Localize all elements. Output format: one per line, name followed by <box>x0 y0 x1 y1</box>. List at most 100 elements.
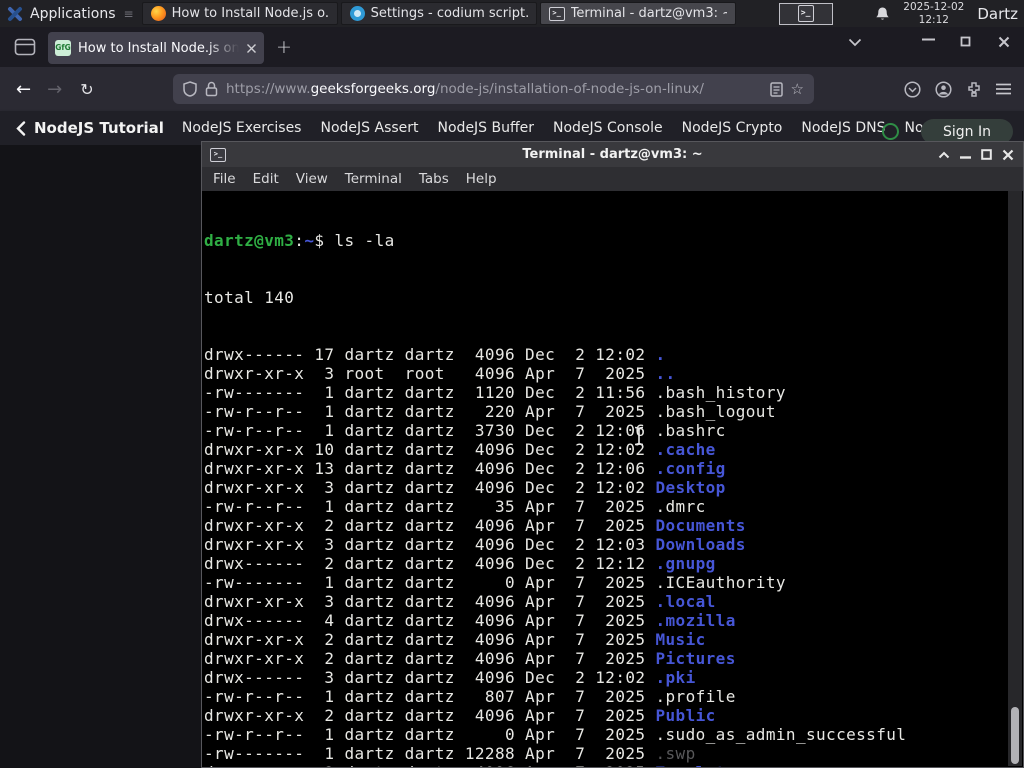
terminal-content[interactable]: dartz@vm3:~$ ls -la total 140 drwx------… <box>202 191 1023 767</box>
taskbar-button-firefox[interactable]: How to Install Node.js o... <box>141 2 338 25</box>
menu-terminal[interactable]: Terminal <box>345 171 402 187</box>
file-name: Downloads <box>655 535 746 554</box>
file-name: .gnupg <box>655 554 716 573</box>
file-name: .ICEauthority <box>655 573 786 592</box>
file-name: .local <box>655 592 716 611</box>
prompt-command: $ ls -la <box>314 231 395 250</box>
terminal-output: dartz@vm3:~$ ls -la total 140 drwx------… <box>202 191 1023 767</box>
terminal-file-line: -rw-r--r-- 1 dartz dartz 807 Apr 7 2025 … <box>204 687 736 706</box>
menu-file[interactable]: File <box>213 171 236 187</box>
prompt-user-host: dartz@vm3 <box>204 231 295 250</box>
firefox-icon <box>150 6 166 21</box>
terminal-shade-button[interactable] <box>938 151 950 159</box>
file-name: .cache <box>655 440 716 459</box>
menu-view[interactable]: View <box>296 171 328 187</box>
file-name: Documents <box>655 516 746 535</box>
file-name: Pictures <box>655 649 736 668</box>
terminal-file-line: drwxr-xr-x 2 dartz dartz 4096 Apr 7 2025… <box>204 649 736 668</box>
pocket-icon[interactable] <box>904 80 921 98</box>
browser-tab[interactable]: GfG How to Install Node.js on <box>48 32 264 64</box>
user-menu[interactable]: Dartz <box>977 5 1018 23</box>
url-text[interactable]: https://www.geeksforgeeks.org/node-js/in… <box>226 81 762 97</box>
firefox-toolbar: ← → ↻ https://www.geeksforgeeks.org/node… <box>0 67 1024 111</box>
terminal-file-line: drwxr-xr-x 2 dartz dartz 4096 Apr 7 2025… <box>204 516 746 535</box>
terminal-scrollbar[interactable] <box>1008 191 1022 766</box>
url-host: geeksforgeeks.org <box>310 81 436 97</box>
terminal-file-line: drwxr-xr-x 2 dartz dartz 4096 Apr 7 2025… <box>204 630 706 649</box>
terminal-file-line: drwxr-xr-x 2 dartz dartz 4096 Apr 7 2025… <box>204 763 1023 767</box>
applications-menu-button[interactable]: Applications <box>0 0 122 27</box>
list-all-tabs-icon[interactable] <box>848 38 862 47</box>
menu-help[interactable]: Help <box>466 171 497 187</box>
notification-bell-icon[interactable] <box>875 6 890 22</box>
forward-button[interactable]: → <box>47 79 62 100</box>
tab-title: How to Install Node.js on <box>78 40 239 56</box>
url-bar[interactable]: https://www.geeksforgeeks.org/node-js/in… <box>173 74 814 104</box>
lock-icon[interactable] <box>205 81 218 97</box>
terminal-prompt-line: dartz@vm3:~$ ls -la <box>204 231 395 250</box>
terminal-close-button[interactable] <box>1002 149 1014 161</box>
panel-clock[interactable]: 2025-12-02 12:12 <box>903 1 964 26</box>
terminal-scrollbar-thumb[interactable] <box>1011 707 1019 764</box>
browser-minimize-button[interactable] <box>922 38 935 41</box>
new-tab-button[interactable]: + <box>276 36 292 58</box>
file-name: .profile <box>655 687 736 706</box>
vscodium-icon <box>349 6 365 21</box>
applications-icon <box>6 5 24 23</box>
nav-item[interactable]: NodeJS Exercises <box>182 120 302 136</box>
firefox-tab-bar: GfG How to Install Node.js on + <box>0 27 1024 67</box>
terminal-file-line: -rw------- 1 dartz dartz 12288 Apr 7 202… <box>204 744 696 763</box>
terminal-file-line: drwx------ 4 dartz dartz 4096 Apr 7 2025… <box>204 611 736 630</box>
clock-time: 12:12 <box>918 13 949 26</box>
terminal-title-bar[interactable]: Terminal - dartz@vm3: ~ >_ <box>202 142 1023 167</box>
file-name: .swp <box>655 744 696 763</box>
tab-close-icon[interactable] <box>246 43 257 54</box>
nav-item[interactable]: NodeJS DNS <box>801 120 885 136</box>
back-button[interactable]: ← <box>16 79 31 100</box>
terminal-minimize-button[interactable] <box>960 150 971 159</box>
shield-icon[interactable] <box>183 81 197 97</box>
xfce-panel: Applications ≡ How to Install Node.js o.… <box>0 0 1024 27</box>
extensions-icon[interactable] <box>966 81 982 97</box>
clock-date: 2025-12-02 <box>903 1 965 14</box>
nav-item-nodejs-tutorial[interactable]: NodeJS Tutorial <box>34 119 164 137</box>
browser-close-button[interactable] <box>998 36 1010 48</box>
gfg-search-icon[interactable] <box>882 123 899 140</box>
workspace-switcher[interactable]: >_ <box>778 2 833 25</box>
url-scheme: https://www. <box>226 81 311 97</box>
file-name: .dmrc <box>655 497 706 516</box>
file-name: Music <box>655 630 706 649</box>
nav-item[interactable]: NodeJS Crypto <box>682 120 783 136</box>
browser-maximize-button[interactable] <box>960 36 971 47</box>
terminal-total-line: total 140 <box>204 288 295 307</box>
file-name: .config <box>655 459 726 478</box>
terminal-file-line: drwxr-xr-x 3 dartz dartz 4096 Dec 2 12:0… <box>204 535 746 554</box>
terminal-maximize-button[interactable] <box>981 149 992 160</box>
bookmark-star-icon[interactable]: ☆ <box>791 80 804 98</box>
terminal-file-line: drwxr-xr-x 2 dartz dartz 4096 Apr 7 2025… <box>204 706 716 725</box>
file-name: . <box>655 345 666 364</box>
nav-scroll-left-icon[interactable] <box>16 120 26 136</box>
account-icon[interactable] <box>935 80 952 98</box>
terminal-file-line: -rw------- 1 dartz dartz 1120 Dec 2 11:5… <box>204 383 786 402</box>
terminal-title: Terminal - dartz@vm3: ~ <box>522 147 703 162</box>
nav-item[interactable]: NodeJS Assert <box>320 120 418 136</box>
file-name: .mozilla <box>655 611 736 630</box>
menu-icon[interactable] <box>996 83 1011 95</box>
file-name: Public <box>655 706 716 725</box>
nav-item[interactable]: NodeJS Buffer <box>438 120 535 136</box>
file-name: Desktop <box>655 478 726 497</box>
taskbar-button-vscodium[interactable]: Settings - codium script... <box>340 2 537 25</box>
firefox-view-icon[interactable] <box>14 38 36 56</box>
terminal-file-list: drwx------ 17 dartz dartz 4096 Dec 2 12:… <box>204 345 1023 767</box>
terminal-file-line: drwxr-xr-x 3 dartz dartz 4096 Dec 2 12:0… <box>204 478 726 497</box>
gfg-tutorial-nav: NodeJS Tutorial NodeJS Exercises NodeJS A… <box>0 111 1024 145</box>
menu-edit[interactable]: Edit <box>253 171 279 187</box>
taskbar-button-terminal[interactable]: >_ Terminal - dartz@vm3: ~ <box>539 2 736 25</box>
menu-tabs[interactable]: Tabs <box>419 171 449 187</box>
reload-button[interactable]: ↻ <box>80 80 93 99</box>
nav-item[interactable]: NodeJS Console <box>553 120 663 136</box>
terminal-file-line: drwxr-xr-x 13 dartz dartz 4096 Dec 2 12:… <box>204 459 726 478</box>
reader-mode-icon[interactable] <box>769 81 783 97</box>
terminal-file-line: -rw-r--r-- 1 dartz dartz 0 Apr 7 2025 .s… <box>204 725 907 744</box>
